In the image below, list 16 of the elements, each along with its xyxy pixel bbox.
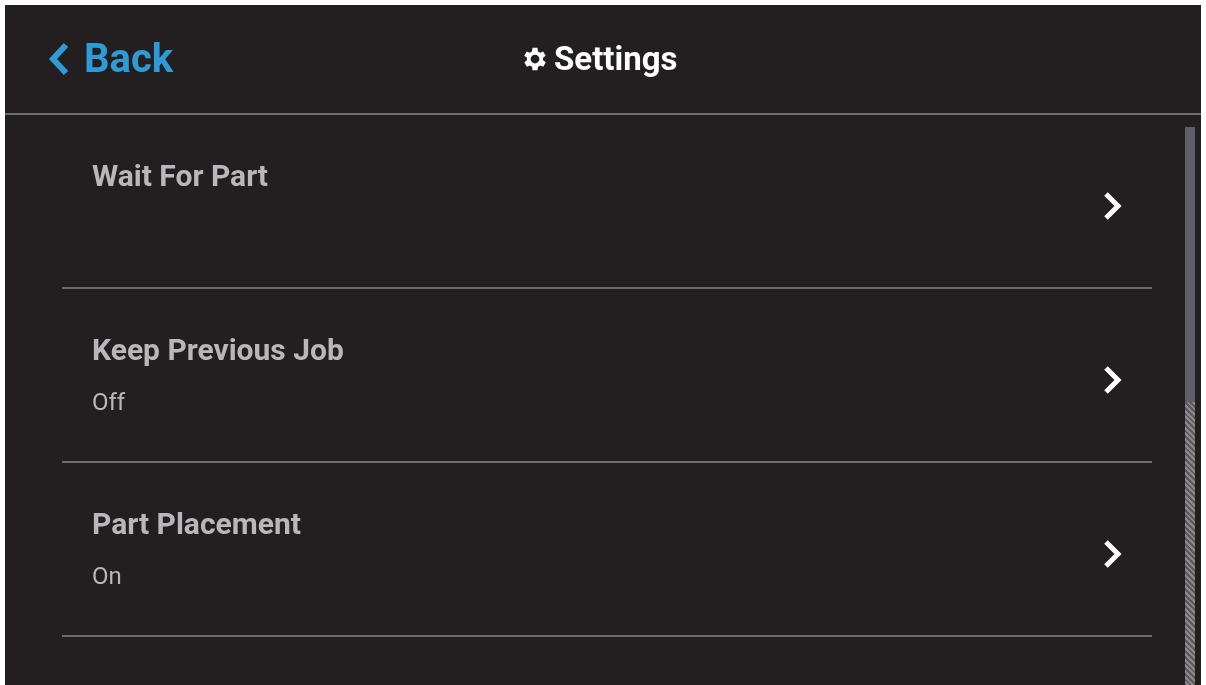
settings-row[interactable]: Wait For Part bbox=[62, 115, 1152, 289]
setting-value: On bbox=[92, 562, 123, 590]
back-button[interactable]: Back bbox=[48, 29, 174, 89]
setting-label: Keep Previous Job bbox=[92, 332, 344, 368]
setting-label: Wait For Part bbox=[92, 158, 268, 194]
settings-row[interactable]: Keep Previous Job Off bbox=[62, 289, 1152, 463]
setting-label: Part Placement bbox=[92, 506, 301, 542]
chevron-right-icon bbox=[1102, 191, 1122, 221]
settings-row[interactable]: Part Placement On bbox=[62, 463, 1152, 637]
chevron-right-icon bbox=[1102, 539, 1122, 569]
page-title: Settings bbox=[554, 38, 678, 81]
setting-value: Off bbox=[92, 388, 127, 416]
chevron-right-icon bbox=[1102, 365, 1122, 395]
scrollbar-thumb[interactable] bbox=[1185, 127, 1195, 402]
chevron-left-icon bbox=[48, 42, 70, 76]
scrollbar[interactable] bbox=[1185, 127, 1195, 685]
